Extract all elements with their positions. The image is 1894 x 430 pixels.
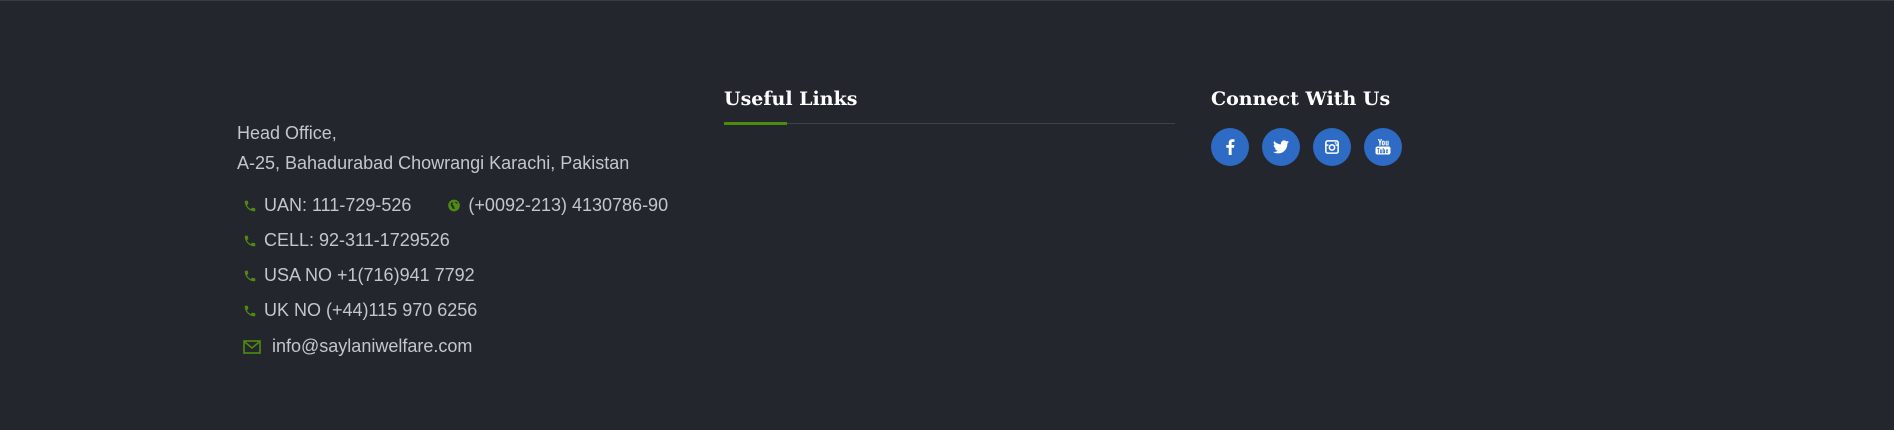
heading-accent-bar [724,122,787,125]
useful-links-heading: Useful Links [724,88,858,110]
instagram-button[interactable] [1313,128,1351,166]
globe-icon [447,199,461,213]
cell-text: CELL: 92-311-1729526 [264,230,450,250]
address-line-2: A-25, Bahadurabad Chowrangi Karachi, Pak… [237,153,630,173]
facebook-button[interactable] [1211,128,1249,166]
youtube-button[interactable] [1364,128,1402,166]
uan-text: UAN: 111-729-526 [264,195,412,215]
connect-heading: Connect With Us [1211,88,1391,110]
instagram-icon [1325,140,1339,154]
contact-list: UAN: 111-729-526 (+0092-213) 4130786-90 … [237,188,707,364]
facebook-icon [1224,139,1236,155]
phone-icon [243,199,257,213]
phone-icon [243,304,257,318]
twitter-icon [1273,140,1289,154]
useful-links-column: Useful Links [724,87,1175,125]
address-line-1: Head Office, [237,123,337,143]
uan-item: UAN: 111-729-526 [237,195,411,216]
site-footer: Head Office, A-25, Bahadurabad Chowrangi… [0,0,1894,430]
contact-row-uk: UK NO (+44)115 970 6256 [237,293,707,328]
usa-text: USA NO +1(716)941 7792 [264,265,475,285]
phone-icon [243,234,257,248]
youtube-icon [1375,139,1391,155]
email-link[interactable]: info@saylaniwelfare.com [272,336,472,357]
contact-row-usa: USA NO +1(716)941 7792 [237,258,707,293]
phone-icon [243,269,257,283]
uk-text: UK NO (+44)115 970 6256 [264,300,478,320]
contact-row-email: info@saylaniwelfare.com [237,329,707,364]
social-links [1211,128,1511,166]
contact-row-cell: CELL: 92-311-1729526 [237,223,707,258]
fax-text: (+0092-213) 4130786-90 [468,195,669,215]
envelope-icon [243,339,261,354]
useful-links-divider [724,122,1175,125]
contact-column: Head Office, A-25, Bahadurabad Chowrangi… [237,118,707,364]
contact-row-uan: UAN: 111-729-526 (+0092-213) 4130786-90 [237,188,707,223]
fax-item: (+0092-213) 4130786-90 [441,195,668,216]
connect-column: Connect With Us [1211,87,1511,166]
twitter-button[interactable] [1262,128,1300,166]
